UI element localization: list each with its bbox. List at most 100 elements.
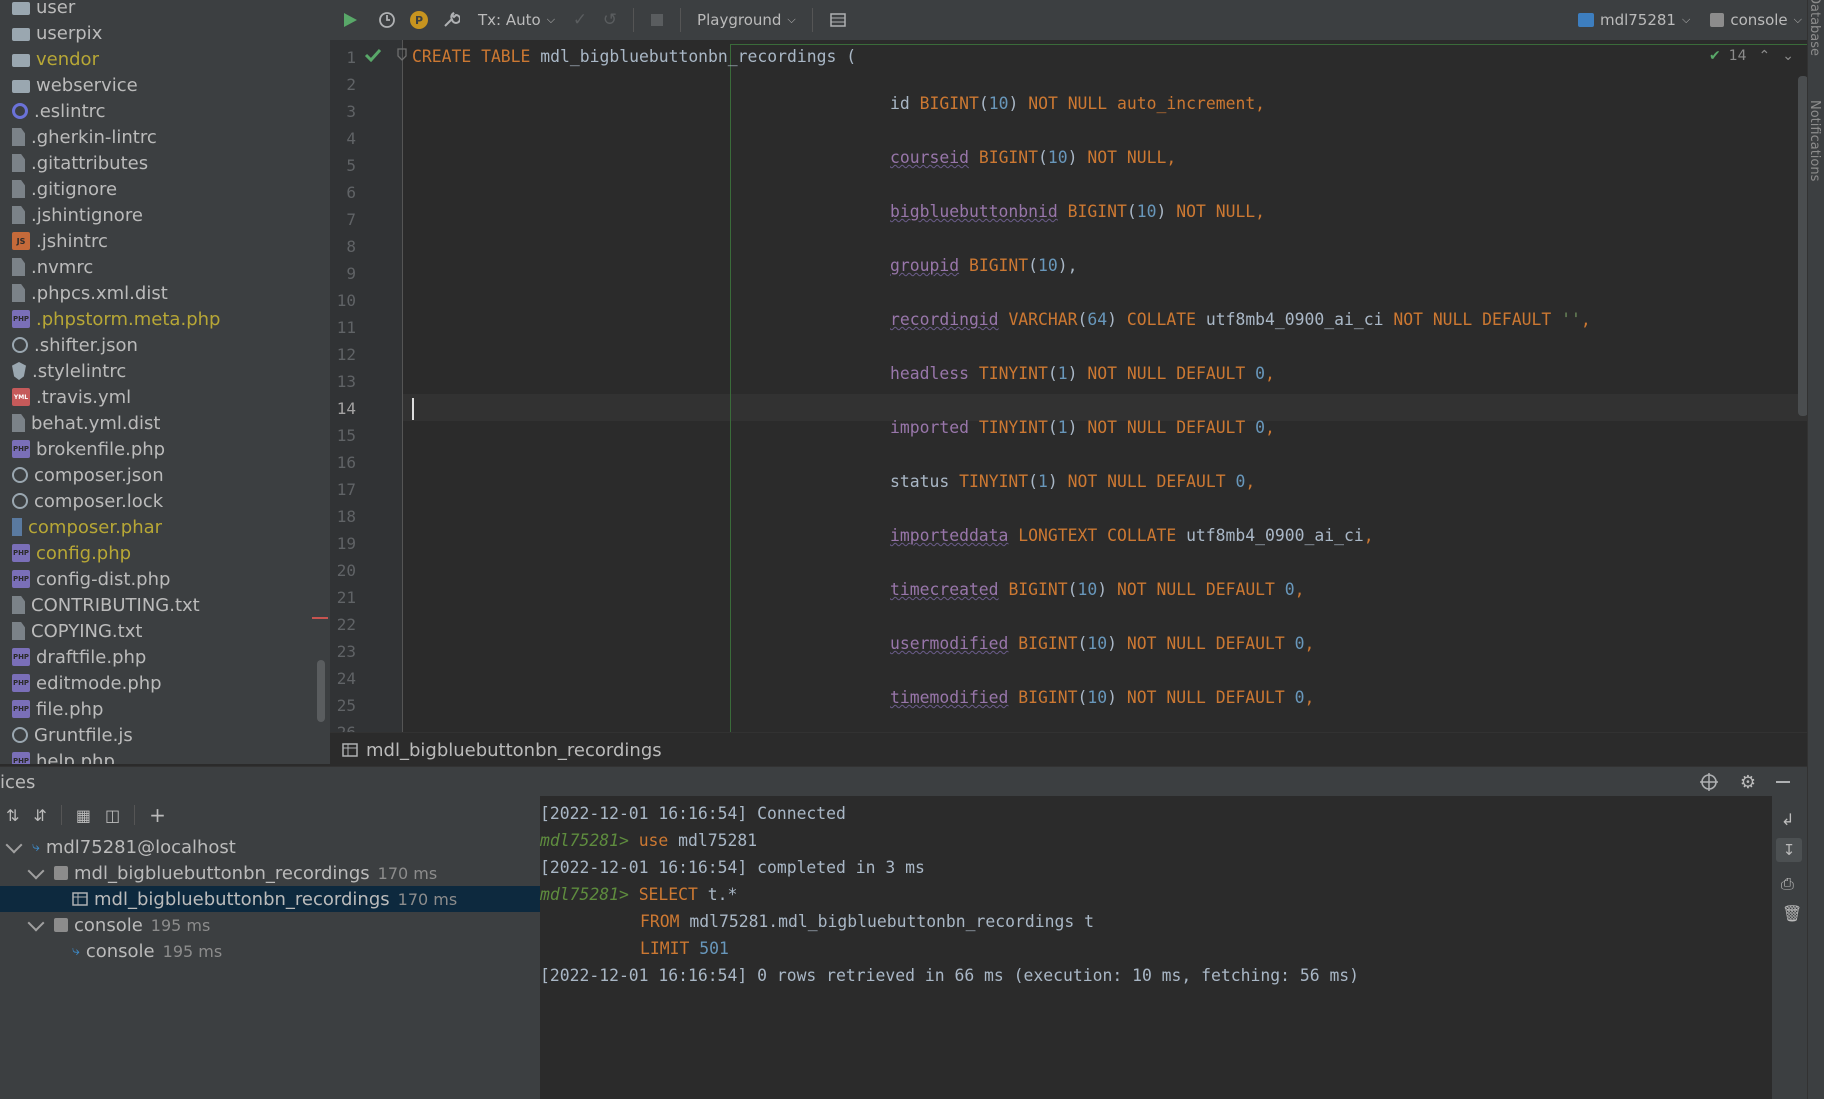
project-tree-item[interactable]: vendor xyxy=(0,46,99,72)
session-dropdown[interactable]: console ⌵ xyxy=(1700,0,1824,40)
project-tree-item[interactable]: userpix xyxy=(0,20,102,46)
tree-item-label: mdl75281@localhost xyxy=(45,836,236,858)
code-line-3: id BIGINT(10) NOT NULL auto_increment, xyxy=(890,94,1266,113)
project-tree-item[interactable]: PHP brokenfile.php xyxy=(0,436,165,462)
settings-wrench-button[interactable] xyxy=(434,0,468,40)
project-tree-item[interactable]: PHP editmode.php xyxy=(0,670,162,696)
project-tree-item-label: user xyxy=(36,0,76,18)
crosshair-icon[interactable] xyxy=(1699,773,1718,791)
inspection-widget[interactable]: ✔ 14 ⌃ ⌄ xyxy=(1709,48,1794,64)
chevron-down-icon[interactable] xyxy=(27,914,45,932)
project-tree-item[interactable]: PHP config.php xyxy=(0,540,131,566)
project-tree-item[interactable]: composer.lock xyxy=(0,488,163,514)
chevron-down-icon: ⌵ xyxy=(787,13,796,26)
file-icon xyxy=(12,596,25,614)
expand-all-icon[interactable]: ⇅ xyxy=(6,806,19,825)
tree-item-time: 195 ms xyxy=(162,941,223,961)
stop-button[interactable] xyxy=(642,0,672,40)
project-tree-item[interactable]: Gruntfile.js xyxy=(0,722,133,748)
project-tree-item[interactable]: composer.json xyxy=(0,462,164,488)
project-tree-item[interactable]: JS .jshintrc xyxy=(0,228,108,254)
line-number: 10 xyxy=(336,291,356,310)
services-toolbar: ⇅ ⇵ ▦ ◫ + xyxy=(0,796,546,834)
toolbar-divider xyxy=(633,8,635,32)
soft-wrap-icon[interactable]: ↲ xyxy=(1781,810,1794,829)
project-tree-item[interactable]: .gherkin-lintrc xyxy=(0,124,157,150)
tree-item-table[interactable]: mdl_bigbluebuttonbn_recordings 170 ms xyxy=(72,886,457,912)
breadcrumb[interactable]: mdl_bigbluebuttonbn_recordings xyxy=(330,732,1808,767)
tree-item-datasource[interactable]: ⤷ mdl75281@localhost xyxy=(0,834,236,860)
project-tree-item[interactable]: webservice xyxy=(0,72,138,98)
project-tree-item[interactable]: .nvmrc xyxy=(0,254,93,280)
tx-mode-dropdown[interactable]: Tx: Auto ⌵ xyxy=(468,0,565,40)
tree-item-console[interactable]: ⤷ console 195 ms xyxy=(72,938,222,964)
group-by-icon[interactable]: ▦ xyxy=(76,806,91,825)
tree-item-table-session[interactable]: mdl_bigbluebuttonbn_recordings 170 ms xyxy=(22,860,437,886)
commit-button[interactable]: ✓ xyxy=(565,0,595,40)
trash-icon[interactable]: 🗑 xyxy=(1782,904,1802,923)
project-tree-item[interactable]: .eslintrc xyxy=(0,98,106,124)
phar-file-icon xyxy=(12,518,22,536)
project-tree-item[interactable]: composer.phar xyxy=(0,514,162,540)
project-tree-item[interactable]: CONTRIBUTING.txt xyxy=(0,592,200,618)
datasource-dropdown[interactable]: mdl75281 ⌵ xyxy=(1568,0,1700,40)
php-file-icon: PHP xyxy=(12,700,30,718)
tree-item-time: 195 ms xyxy=(150,915,211,935)
execute-button[interactable] xyxy=(330,0,370,40)
chevron-down-icon[interactable] xyxy=(27,862,45,880)
line-number-gutter: 1 2 3 4 5 6 7 8 9 10 11 12 13 14 15 16 17 18 19 20 21 22 23 24 2… xyxy=(330,40,402,732)
project-tree-item-label: help.php xyxy=(36,750,115,765)
inspection-count: 14 xyxy=(1728,48,1747,64)
run-ok-icon xyxy=(364,48,382,62)
project-tree-item-label: .gherkin-lintrc xyxy=(31,126,157,148)
project-tree-item[interactable]: .phpcs.xml.dist xyxy=(0,280,168,306)
project-tree-item[interactable]: .jshintignore xyxy=(0,202,143,228)
project-tree-item[interactable]: .shifter.json xyxy=(0,332,138,358)
collapse-all-icon[interactable]: ⇵ xyxy=(33,806,46,825)
project-tree-item[interactable]: PHP draftfile.php xyxy=(0,644,146,670)
project-tree-item[interactable]: behat.yml.dist xyxy=(0,410,161,436)
project-tree-item[interactable]: COPYING.txt xyxy=(0,618,142,644)
sql-editor[interactable]: 1 2 3 4 5 6 7 8 9 10 11 12 13 14 15 16 17 18 19 20 21 22 23 24 2… xyxy=(330,40,1808,732)
project-tree-item-label: .gitignore xyxy=(31,178,118,200)
project-tree-item[interactable]: YML .travis.yml xyxy=(0,384,131,410)
print-icon[interactable]: ⎙ xyxy=(1781,874,1794,894)
output-layout-button[interactable] xyxy=(821,0,855,40)
playground-dropdown[interactable]: Playground ⌵ xyxy=(689,0,804,40)
rollback-icon: ↺ xyxy=(602,10,618,30)
session-icon xyxy=(54,866,68,880)
project-tree-item[interactable]: PHP config-dist.php xyxy=(0,566,170,592)
line-number: 14 xyxy=(336,399,356,418)
history-button[interactable] xyxy=(370,0,404,40)
project-tree-item[interactable]: .gitattributes xyxy=(0,150,148,176)
code-line-13: headless TINYINT(1) NOT NULL DEFAULT 0, xyxy=(890,364,1275,383)
project-tree-item[interactable]: PHP help.php xyxy=(0,748,115,764)
chevron-down-icon[interactable]: ⌄ xyxy=(1782,48,1794,64)
notifications-tool-tab[interactable]: Notifications xyxy=(1807,100,1822,181)
scroll-to-end-icon[interactable]: ↧ xyxy=(1776,838,1802,862)
project-tree-item[interactable]: PHP .phpstorm.meta.php xyxy=(0,306,220,332)
project-tree-item-label: .travis.yml xyxy=(36,386,132,408)
project-tree-item-label: .jshintignore xyxy=(31,204,143,226)
project-scrollbar[interactable] xyxy=(317,660,325,722)
project-tree-item[interactable]: PHP file.php xyxy=(0,696,103,722)
database-tool-tab[interactable]: Database xyxy=(1807,0,1822,56)
rollback-button[interactable]: ↺ xyxy=(595,0,625,40)
project-tree-item[interactable]: .stylelintrc xyxy=(0,358,126,384)
php-file-icon: PHP xyxy=(12,440,30,458)
tree-item-console-session[interactable]: console 195 ms xyxy=(22,912,210,938)
chevron-up-icon[interactable]: ⌃ xyxy=(1759,48,1771,64)
add-icon[interactable]: + xyxy=(149,803,166,827)
project-tree-item-label: .shifter.json xyxy=(34,334,138,356)
profile-button[interactable]: P xyxy=(404,0,434,40)
line-number: 25 xyxy=(336,696,356,715)
console-line: [2022-12-01 16:16:54] 0 rows retrieved i… xyxy=(540,966,1360,985)
new-tab-icon[interactable]: ◫ xyxy=(105,806,120,825)
project-tree-item[interactable]: user xyxy=(0,0,75,20)
console-output[interactable]: [2022-12-01 16:16:54] Connected mdl75281… xyxy=(540,796,1772,1099)
gear-icon[interactable]: ⚙ xyxy=(1740,772,1756,793)
project-tree-item[interactable]: .gitignore xyxy=(0,176,117,202)
chevron-down-icon[interactable] xyxy=(5,836,23,854)
fold-icon[interactable] xyxy=(396,48,408,62)
minimize-icon[interactable] xyxy=(1776,781,1790,783)
